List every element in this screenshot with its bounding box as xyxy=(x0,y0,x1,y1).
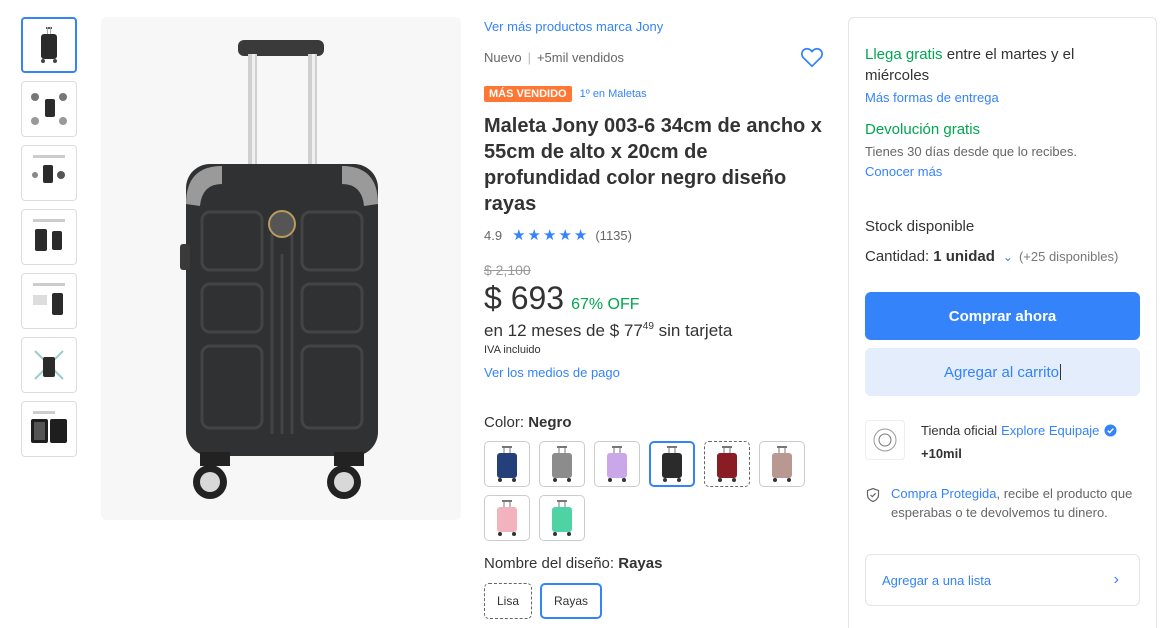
current-price: $ 693 xyxy=(484,280,565,316)
suitcase-thumb-icon xyxy=(552,500,572,536)
verified-check-icon xyxy=(1104,424,1117,437)
suitcase-thumb-icon xyxy=(552,446,572,482)
color-swatch-rosa-oro[interactable] xyxy=(759,441,805,487)
brand-link[interactable]: Ver más productos marca Jony xyxy=(484,19,663,34)
thumbnail-4[interactable] xyxy=(21,209,77,265)
star-icon: ★ xyxy=(527,227,541,244)
protection-link[interactable]: Compra Protegida xyxy=(891,486,997,501)
add-to-list-button[interactable]: Agregar a una lista › xyxy=(865,554,1140,606)
rating-stars: ★ ★ ★ ★ ★ xyxy=(512,228,587,243)
design-label: Nombre del diseño: Rayas xyxy=(484,555,662,572)
thumbnail-3[interactable] xyxy=(21,145,77,201)
buy-box: Llega gratis entre el martes y el miérco… xyxy=(848,17,1157,628)
condition-text: Nuevo xyxy=(484,50,522,65)
badges: MÁS VENDIDO 1º en Maletas xyxy=(484,86,647,102)
shield-check-icon xyxy=(866,487,880,503)
color-label-text: Color: xyxy=(484,414,525,431)
quantity-available: (+25 disponibles) xyxy=(1018,249,1119,264)
free-returns: Devolución gratis xyxy=(865,121,981,138)
color-swatch-lila[interactable] xyxy=(594,441,640,487)
chevron-right-icon: › xyxy=(1113,571,1119,588)
color-swatch-rosa[interactable] xyxy=(484,495,530,541)
price-row: $ 693 67% OFF xyxy=(484,280,640,317)
thumbnail-5[interactable] xyxy=(21,273,77,329)
color-swatch-verde-menta[interactable] xyxy=(539,495,585,541)
sold-count: +5mil vendidos xyxy=(536,50,625,65)
suitcase-image xyxy=(180,39,378,499)
protection-text: Compra Protegida, recibe el producto que… xyxy=(891,485,1145,522)
add-to-list-label: Agregar a una lista xyxy=(882,572,992,588)
text-cursor xyxy=(1060,363,1062,380)
add-to-cart-button[interactable]: Agregar al carrito xyxy=(865,348,1140,396)
color-swatch-negro[interactable] xyxy=(649,441,695,487)
installments-amount: en 12 meses de $ 77 xyxy=(484,321,643,340)
seller-info: Tienda oficial Explore Equipaje xyxy=(921,423,1117,438)
rating-score: 4.9 xyxy=(484,228,503,243)
free-shipping: Llega gratis xyxy=(865,46,943,63)
quantity-value: 1 unidad xyxy=(933,248,995,265)
category-rank-link[interactable]: 1º en Maletas xyxy=(580,88,647,100)
original-price: $ 2,100 xyxy=(484,262,531,278)
installments-suffix: sin tarjeta xyxy=(658,321,733,340)
suitcase-thumb-icon xyxy=(717,446,737,482)
suitcase-thumb-icon xyxy=(662,446,682,482)
color-swatch-azul[interactable] xyxy=(484,441,530,487)
seller-logo[interactable] xyxy=(865,420,905,460)
stock-status: Stock disponible xyxy=(865,218,975,235)
add-to-cart-label: Agregar al carrito xyxy=(943,363,1060,381)
color-label: Color: Negro xyxy=(484,414,572,431)
product-page: Ver más productos marca Jony Nuevo | +5mil… xyxy=(0,0,1169,628)
suitcase-thumb-icon xyxy=(497,500,517,536)
quantity-selector[interactable]: Cantidad: 1 unidad ⌄ (+25 disponibles) xyxy=(865,248,1118,265)
color-selected: Negro xyxy=(528,414,572,431)
rating-count: (1135) xyxy=(595,228,632,243)
installments: en 12 meses de $ 7749 sin tarjeta xyxy=(484,321,732,341)
design-option-lisa[interactable]: Lisa xyxy=(484,583,533,619)
color-swatches xyxy=(484,441,814,541)
color-swatch-gris[interactable] xyxy=(539,441,585,487)
payment-methods-link[interactable]: Ver los medios de pago xyxy=(484,365,620,380)
discount-label: 67% OFF xyxy=(571,296,640,313)
returns-subtitle: Tienes 30 días desde que lo recibes. xyxy=(865,144,1077,159)
buy-now-button[interactable]: Comprar ahora xyxy=(865,292,1140,340)
purchase-protection: Compra Protegida, recibe el producto que… xyxy=(865,485,1145,522)
product-title: Maleta Jony 003-6 34cm de ancho x 55cm d… xyxy=(484,115,822,215)
chevron-down-icon: ⌄ xyxy=(1002,249,1013,264)
separator: | xyxy=(527,50,531,65)
best-seller-badge: MÁS VENDIDO xyxy=(484,86,572,102)
thumbnail-6[interactable] xyxy=(21,337,77,393)
quantity-label: Cantidad: xyxy=(865,248,930,265)
rating[interactable]: 4.9 ★ ★ ★ ★ ★ (1135) xyxy=(484,228,632,243)
thumbnail-2[interactable] xyxy=(21,81,77,137)
seller-name-link[interactable]: Explore Equipaje xyxy=(1001,423,1099,438)
shipping-info: Llega gratis entre el martes y el miérco… xyxy=(865,44,1135,86)
thumbnail-1[interactable] xyxy=(21,17,77,73)
main-product-image[interactable] xyxy=(101,17,461,520)
thumbnail-gallery xyxy=(21,17,77,465)
seller-sales: +10mil xyxy=(921,446,962,461)
star-icon: ★ xyxy=(558,227,572,244)
suitcase-thumb-icon xyxy=(497,446,517,482)
star-icon: ★ xyxy=(512,227,526,244)
suitcase-thumb-icon xyxy=(772,446,792,482)
returns-more-link[interactable]: Conocer más xyxy=(865,164,942,179)
suitcase-thumb-icon xyxy=(607,446,627,482)
seller-prefix: Tienda oficial xyxy=(921,423,998,438)
star-icon: ★ xyxy=(573,227,588,244)
color-swatch-rojo[interactable] xyxy=(704,441,750,487)
star-icon: ★ xyxy=(542,227,557,244)
design-selected: Rayas xyxy=(618,555,663,572)
installments-cents: 49 xyxy=(642,321,654,332)
tax-note: IVA incluido xyxy=(484,344,541,356)
more-delivery-link[interactable]: Más formas de entrega xyxy=(865,90,999,105)
condition-line: Nuevo | +5mil vendidos xyxy=(484,50,624,65)
thumbnail-7[interactable] xyxy=(21,401,77,457)
favorite-heart-icon[interactable] xyxy=(799,44,825,70)
design-label-text: Nombre del diseño: xyxy=(484,555,615,572)
design-option-rayas[interactable]: Rayas xyxy=(540,583,603,619)
design-options: Lisa Rayas xyxy=(484,583,603,619)
